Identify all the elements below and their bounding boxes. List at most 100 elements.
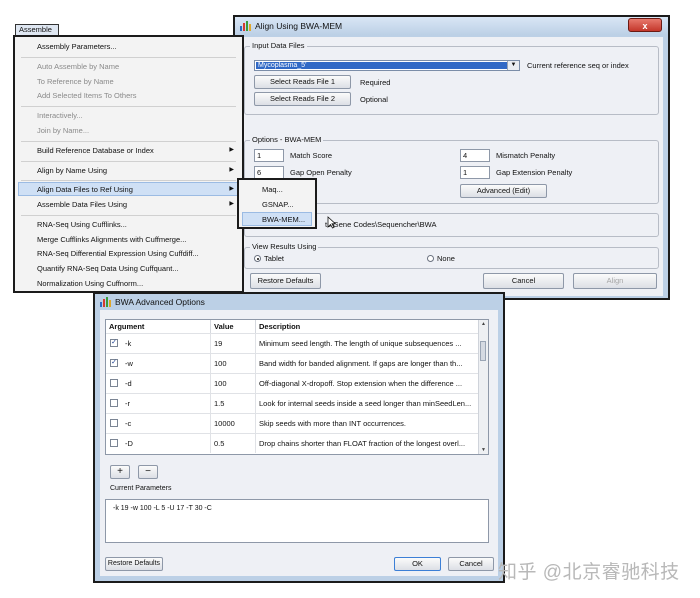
menu-divider xyxy=(21,106,236,107)
description-cell: Off-diagonal X-dropoff. Stop extension w… xyxy=(256,374,480,393)
none-label: None xyxy=(437,254,455,263)
menu-item-assembly-parameters[interactable]: Assembly Parameters... xyxy=(37,42,117,51)
align-window-body: Input Data Files Mycoplasma_5' ▼ Current… xyxy=(240,37,663,296)
chevron-down-icon[interactable]: ▼ xyxy=(507,61,519,70)
assemble-menu: Assembly Parameters... Auto Assemble by … xyxy=(13,35,244,293)
watermark: 知乎 @北京睿驰科技 xyxy=(498,562,680,583)
menu-item-build-reference-database[interactable]: Build Reference Database or Index xyxy=(37,146,154,155)
match-score-label: Match Score xyxy=(290,151,333,160)
close-button[interactable]: x xyxy=(628,18,662,32)
bwa-cancel-button[interactable]: Cancel xyxy=(448,557,494,571)
bwa-title-bar[interactable]: BWA Advanced Options xyxy=(95,294,503,309)
menu-item-merge-cufflinks[interactable]: Merge Cufflinks Alignments with Cuffmerg… xyxy=(37,235,186,244)
value-cell[interactable]: 10000 xyxy=(211,414,256,433)
close-icon: x xyxy=(642,21,648,31)
description-cell: Look for internal seeds inside a seed lo… xyxy=(256,394,480,413)
menu-item-add-selected-items: Add Selected Items To Others xyxy=(37,91,137,100)
align-bwa-mem-window: Align Using BWA-MEM x Input Data Files M… xyxy=(233,15,670,300)
submenu-item-gsnap[interactable]: GSNAP... xyxy=(262,200,294,209)
table-row[interactable]: -w ✓ 100 Band width for banded alignment… xyxy=(106,353,480,373)
gap-extension-penalty-input[interactable]: 1 xyxy=(460,166,490,179)
options-legend: Options - BWA-MEM xyxy=(250,135,324,144)
add-argument-button[interactable]: + xyxy=(110,465,130,479)
select-reads-file-1-button[interactable]: Select Reads File 1 xyxy=(254,75,351,89)
description-cell: Minimum seed length. The length of uniqu… xyxy=(256,334,480,353)
description-cell: Skip seeds with more than INT occurrence… xyxy=(256,414,480,433)
mismatch-penalty-input[interactable]: 4 xyxy=(460,149,490,162)
scrollbar-thumb[interactable] xyxy=(480,341,486,361)
table-row[interactable]: -c 10000 Skip seeds with more than INT o… xyxy=(106,413,480,433)
menu-item-align-data-files-to-ref[interactable]: Align Data Files to Ref Using xyxy=(37,185,133,194)
sequencher-app-icon xyxy=(100,297,111,307)
row-checkbox[interactable]: ✓ xyxy=(110,359,118,367)
submenu-item-bwa-mem[interactable]: BWA-MEM... xyxy=(262,215,305,224)
align-button[interactable]: Align xyxy=(573,273,657,289)
reference-select[interactable]: Mycoplasma_5' ▼ xyxy=(254,60,520,71)
cancel-button[interactable]: Cancel xyxy=(483,273,564,289)
align-window-title: Align Using BWA-MEM xyxy=(255,21,343,31)
value-cell[interactable]: 100 xyxy=(211,374,256,393)
tablet-radio[interactable] xyxy=(254,255,261,262)
column-header-description[interactable]: Description xyxy=(256,320,480,333)
menu-item-to-reference-by-name: To Reference by Name xyxy=(37,77,114,86)
value-cell[interactable]: 100 xyxy=(211,354,256,373)
current-parameters-field[interactable]: -k 19 -w 100 -L 5 -U 17 -T 30 -C xyxy=(105,499,489,543)
match-score-input[interactable]: 1 xyxy=(254,149,284,162)
submenu-arrow-icon: ▶ xyxy=(229,147,234,153)
scroll-down-icon[interactable]: ▼ xyxy=(479,446,488,454)
gap-open-penalty-label: Gap Open Penalty xyxy=(290,168,352,177)
menu-item-assemble-data-files-using[interactable]: Assemble Data Files Using xyxy=(37,200,127,209)
tablet-label: Tablet xyxy=(264,254,285,263)
argument-cell: -c xyxy=(106,414,211,433)
menu-item-rna-seq-cufflinks[interactable]: RNA-Seq Using Cufflinks... xyxy=(37,220,127,229)
row-checkbox[interactable] xyxy=(110,379,118,387)
ok-button[interactable]: OK xyxy=(394,557,441,571)
column-header-argument[interactable]: Argument xyxy=(106,320,211,333)
arguments-table: Argument Value Description -k ✓ 19 Minim… xyxy=(105,319,489,455)
submenu-item-maq[interactable]: Maq... xyxy=(262,185,283,194)
table-row[interactable]: -k ✓ 19 Minimum seed length. The length … xyxy=(106,333,480,353)
row-checkbox[interactable]: ✓ xyxy=(110,339,118,347)
menu-item-join-by-name: Join by Name... xyxy=(37,126,90,135)
reference-select-value: Mycoplasma_5' xyxy=(256,62,507,69)
current-parameters-label: Current Parameters xyxy=(110,485,172,492)
menu-divider xyxy=(21,161,236,162)
none-radio[interactable] xyxy=(427,255,434,262)
reference-hint: Current reference seq or index xyxy=(527,61,629,70)
column-header-value[interactable]: Value xyxy=(211,320,256,333)
row-checkbox[interactable] xyxy=(110,419,118,427)
menu-item-rna-seq-cuffdiff[interactable]: RNA-Seq Differential Expression Using Cu… xyxy=(37,249,199,258)
view-results-group: View Results Using Tablet None xyxy=(244,242,659,269)
menu-item-cuffquant[interactable]: Quantify RNA-Seq Data Using Cuffquant... xyxy=(37,264,179,273)
menu-divider xyxy=(21,215,236,216)
value-cell[interactable]: 19 xyxy=(211,334,256,353)
value-cell[interactable]: 0.5 xyxy=(211,434,256,453)
table-row[interactable]: -D 0.5 Drop chains shorter than FLOAT fr… xyxy=(106,433,480,453)
select-reads-file-2-button[interactable]: Select Reads File 2 xyxy=(254,92,351,106)
argument-cell: -k xyxy=(106,334,211,353)
argument-cell: -d xyxy=(106,374,211,393)
table-row[interactable]: -r 1.5 Look for internal seeds inside a … xyxy=(106,393,480,413)
menu-item-interactively: Interactively... xyxy=(37,111,83,120)
restore-defaults-button[interactable]: Restore Defaults xyxy=(250,273,321,289)
bwa-advanced-options-window: BWA Advanced Options Argument Value Desc… xyxy=(93,292,505,583)
table-row[interactable]: -d 100 Off-diagonal X-dropoff. Stop exte… xyxy=(106,373,480,393)
bwa-window-body: Argument Value Description -k ✓ 19 Minim… xyxy=(100,310,498,576)
value-cell[interactable]: 1.5 xyxy=(211,394,256,413)
menu-divider xyxy=(21,57,236,58)
row-checkbox[interactable] xyxy=(110,439,118,447)
menu-item-align-by-name-using[interactable]: Align by Name Using xyxy=(37,166,107,175)
remove-argument-button[interactable]: − xyxy=(138,465,158,479)
row-checkbox[interactable] xyxy=(110,399,118,407)
table-scrollbar[interactable]: ▲ ▼ xyxy=(478,320,488,454)
reads-file-2-status: Optional xyxy=(360,95,388,104)
view-results-legend: View Results Using xyxy=(250,242,319,251)
current-parameters-value: -k 19 -w 100 -L 5 -U 17 -T 30 -C xyxy=(113,505,212,512)
bwa-path-text: ts\Gene Codes\Sequencher\BWA xyxy=(325,220,437,229)
align-title-bar[interactable]: Align Using BWA-MEM x xyxy=(235,17,668,35)
bwa-restore-defaults-button[interactable]: Restore Defaults xyxy=(105,557,163,571)
description-cell: Drop chains shorter than FLOAT fraction … xyxy=(256,434,480,453)
advanced-edit-button[interactable]: Advanced (Edit) xyxy=(460,184,547,198)
scroll-up-icon[interactable]: ▲ xyxy=(479,320,488,328)
menu-item-cuffnorm[interactable]: Normalization Using Cuffnorm... xyxy=(37,279,143,288)
